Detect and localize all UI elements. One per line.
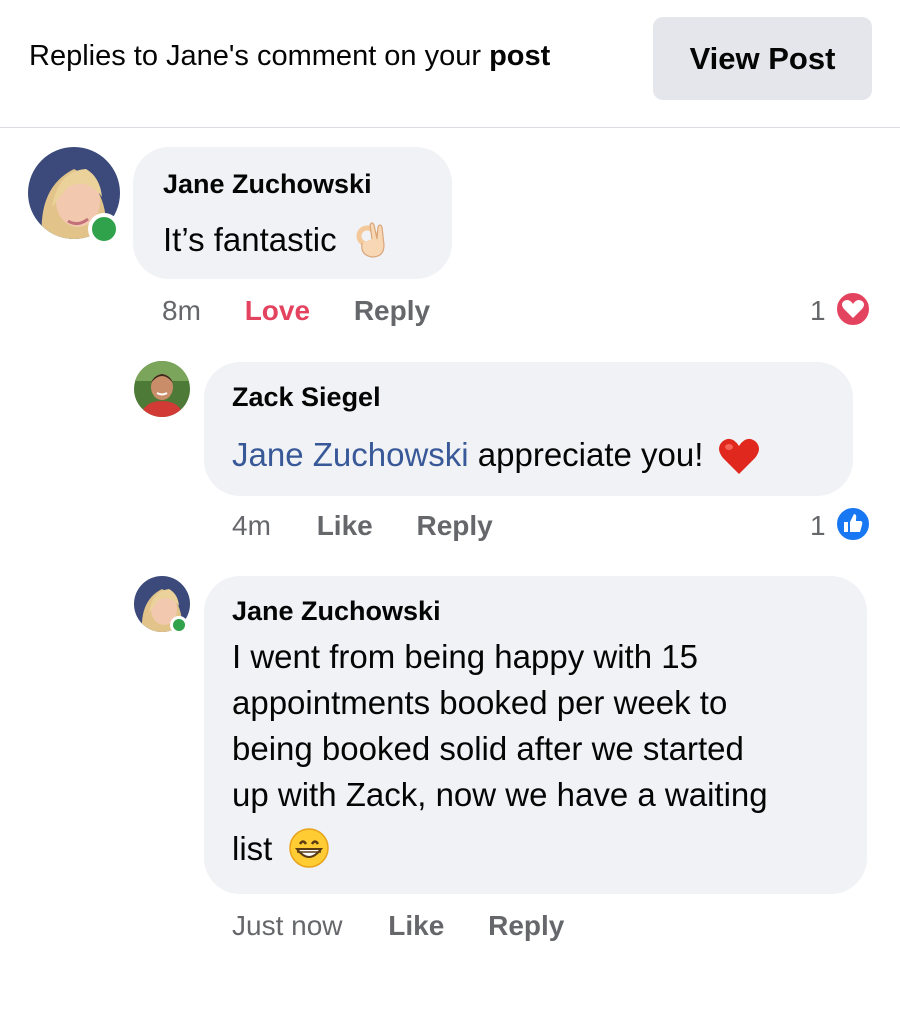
ok-hand-icon: [352, 221, 388, 259]
comment-line: I went from being happy with 15: [232, 638, 698, 675]
online-status-indicator: [88, 213, 120, 245]
comment-timestamp: 8m: [162, 295, 201, 326]
online-status-indicator: [170, 616, 188, 634]
like-button[interactable]: Like: [317, 510, 373, 541]
comment-text-content: appreciate you!: [468, 436, 704, 473]
comment-author[interactable]: Jane Zuchowski: [232, 596, 441, 627]
header-title-prefix: Replies to Jane's comment on your: [29, 40, 490, 72]
comment-text-content: It’s fantastic: [163, 221, 337, 258]
comment-text: Jane Zuchowski appreciate you!: [232, 432, 761, 478]
comment-line: being booked solid after we started: [232, 730, 744, 767]
comment-timestamp: 4m: [232, 510, 271, 541]
avatar[interactable]: [134, 576, 190, 634]
reply-button[interactable]: Reply: [488, 910, 564, 941]
reply-button[interactable]: Reply: [417, 510, 493, 541]
love-button[interactable]: Love: [245, 295, 310, 326]
like-button[interactable]: Like: [388, 910, 444, 941]
comment-text: It’s fantastic: [163, 217, 388, 263]
avatar[interactable]: [134, 361, 190, 417]
heart-reaction-icon[interactable]: [834, 290, 872, 328]
red-heart-icon: [717, 436, 761, 476]
comment-line: appointments booked per week to: [232, 684, 728, 721]
grinning-face-icon: [288, 827, 330, 869]
comment-bubble[interactable]: Jane Zuchowski It’s fantastic: [133, 147, 452, 279]
reaction-count[interactable]: 1: [810, 295, 826, 327]
reaction-count[interactable]: 1: [810, 510, 826, 542]
comment-bubble[interactable]: Jane Zuchowski I went from being happy w…: [204, 576, 867, 894]
comment-meta: Just now Like Reply: [232, 910, 564, 942]
zack-avatar-image: [134, 361, 190, 417]
page-header: Replies to Jane's comment on your post V…: [0, 0, 900, 128]
comment-last-line: list: [232, 826, 862, 872]
avatar[interactable]: [28, 147, 120, 245]
view-post-button[interactable]: View Post: [653, 17, 872, 100]
reply-button[interactable]: Reply: [354, 295, 430, 326]
header-title: Replies to Jane's comment on your post: [29, 40, 550, 73]
comment-timestamp: Just now: [232, 910, 343, 941]
header-title-post: post: [489, 40, 551, 72]
comment-author[interactable]: Jane Zuchowski: [163, 169, 372, 200]
comment-line: up with Zack, now we have a waiting: [232, 776, 768, 813]
comment-line: list: [232, 830, 273, 867]
comment-text: I went from being happy with 15 appointm…: [232, 634, 862, 872]
mention-link[interactable]: Jane Zuchowski: [232, 436, 469, 473]
comment-meta: 4m Like Reply: [232, 510, 493, 542]
comment-meta: 8m Love Reply: [162, 295, 430, 327]
like-reaction-icon[interactable]: [834, 505, 872, 543]
comment-author[interactable]: Zack Siegel: [232, 382, 381, 413]
comment-bubble[interactable]: Zack Siegel Jane Zuchowski appreciate yo…: [204, 362, 853, 496]
